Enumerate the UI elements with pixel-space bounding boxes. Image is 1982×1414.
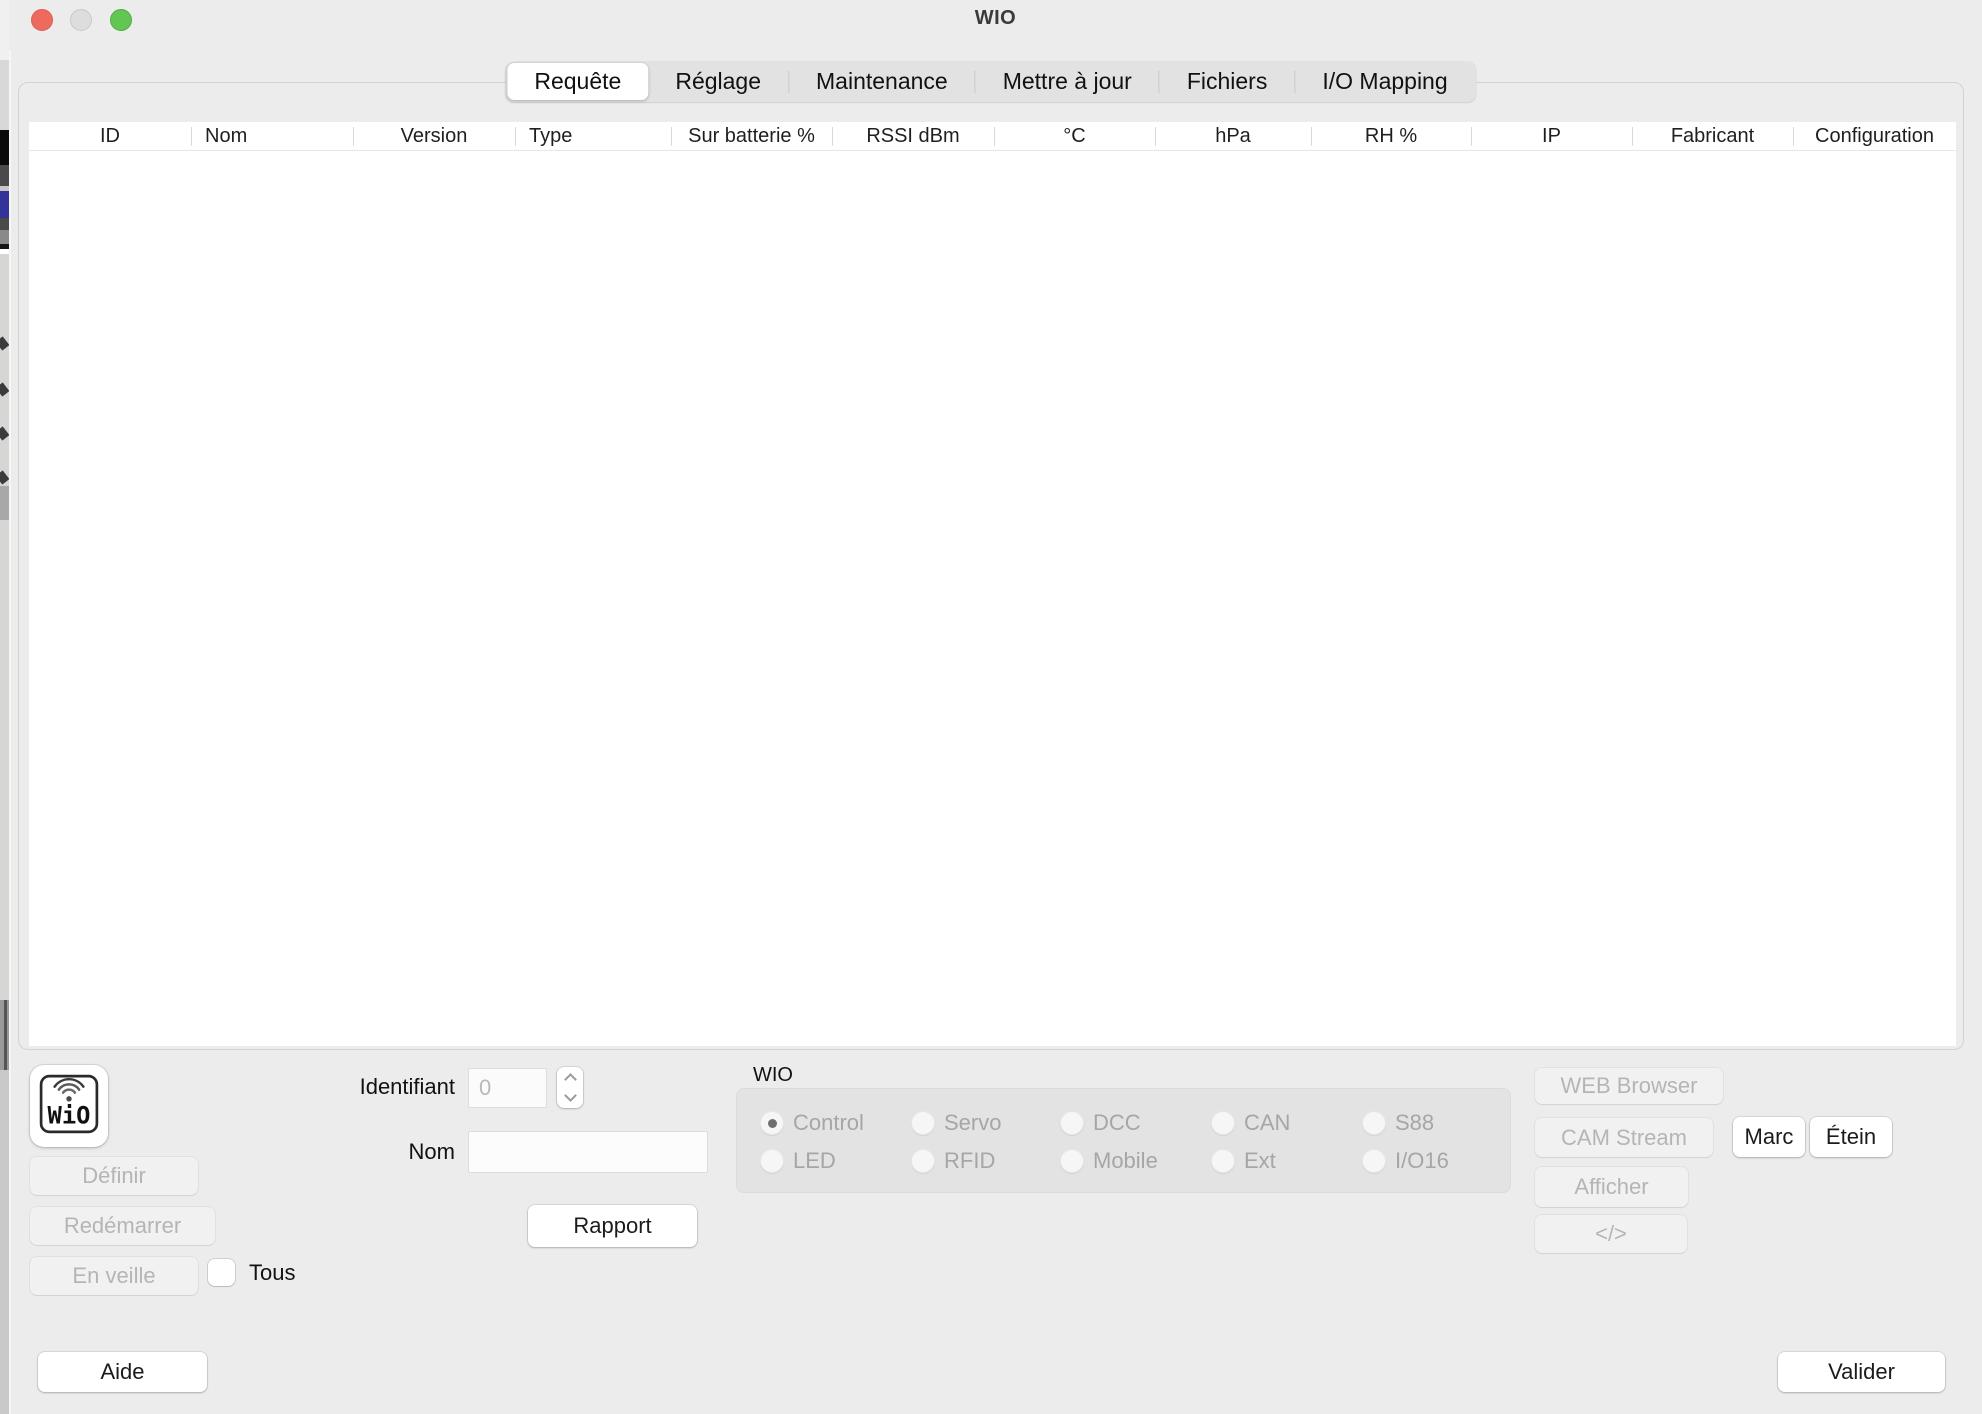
window-title: WIO — [9, 7, 1982, 30]
radio-s88[interactable]: S88 — [1362, 1111, 1434, 1135]
chevron-up-icon — [564, 1073, 577, 1086]
cam-stream-button[interactable]: CAM Stream — [1535, 1118, 1713, 1157]
radio-icon — [1362, 1111, 1386, 1135]
column-header-version[interactable]: Version — [353, 122, 515, 150]
column-header-type[interactable]: Type — [515, 122, 671, 150]
wio-group-label: WIO — [753, 1064, 793, 1087]
column-header-rh[interactable]: RH % — [1311, 122, 1471, 150]
wio-logo-button[interactable]: WiO — [30, 1065, 108, 1147]
chevron-down-icon — [564, 1089, 577, 1102]
tab-bar: Requête Réglage Maintenance Mettre à jou… — [505, 61, 1476, 102]
tab-fichiers[interactable]: Fichiers — [1160, 63, 1295, 100]
wio-app-window: { "window": { "title": "WIO" }, "tabs": … — [0, 0, 1982, 1414]
radio-icon-selected — [760, 1111, 784, 1135]
radio-icon — [1060, 1111, 1084, 1135]
column-header-configuration[interactable]: Configuration — [1793, 122, 1956, 150]
en-veille-button[interactable]: En veille — [30, 1257, 198, 1295]
radio-icon — [760, 1149, 784, 1173]
radio-mobile[interactable]: Mobile — [1060, 1149, 1158, 1173]
tous-label: Tous — [249, 1260, 295, 1286]
radio-icon — [1362, 1149, 1386, 1173]
column-header-id[interactable]: ID — [29, 122, 191, 150]
column-header-temperature[interactable]: °C — [994, 122, 1155, 150]
radio-rfid[interactable]: RFID — [911, 1149, 995, 1173]
afficher-button[interactable]: Afficher — [1535, 1167, 1688, 1207]
column-header-hpa[interactable]: hPa — [1155, 122, 1311, 150]
nom-label: Nom — [300, 1139, 455, 1165]
radio-led[interactable]: LED — [760, 1149, 836, 1173]
radio-icon — [911, 1149, 935, 1173]
tous-checkbox[interactable] — [208, 1259, 235, 1286]
radio-icon — [1060, 1149, 1084, 1173]
identifiant-stepper[interactable] — [557, 1067, 583, 1108]
column-header-fabricant[interactable]: Fabricant — [1632, 122, 1793, 150]
radio-can[interactable]: CAN — [1211, 1111, 1290, 1135]
table-header-row: ID Nom Version Type Sur batterie % RSSI … — [29, 122, 1956, 151]
column-header-ip[interactable]: IP — [1471, 122, 1632, 150]
stepper-down-button[interactable] — [557, 1088, 583, 1109]
table-body-empty[interactable] — [29, 151, 1956, 1046]
wio-group-box: Control Servo DCC CAN S88 LED RFID Mobil… — [736, 1088, 1511, 1193]
valider-button[interactable]: Valider — [1778, 1352, 1945, 1392]
title-bar: WIO — [9, 0, 1982, 50]
tab-reglage[interactable]: Réglage — [648, 63, 788, 100]
aide-button[interactable]: Aide — [38, 1352, 207, 1392]
nom-input[interactable] — [468, 1131, 708, 1173]
radio-icon — [1211, 1149, 1235, 1173]
identifiant-input[interactable] — [468, 1068, 547, 1108]
identifiant-label: Identifiant — [300, 1074, 455, 1100]
tab-requete[interactable]: Requête — [507, 63, 648, 100]
stepper-up-button[interactable] — [557, 1067, 583, 1088]
tab-io-mapping[interactable]: I/O Mapping — [1295, 63, 1474, 100]
radio-dcc[interactable]: DCC — [1060, 1111, 1141, 1135]
column-header-nom[interactable]: Nom — [191, 122, 353, 150]
background-window-sliver — [0, 0, 9, 1414]
web-browser-button[interactable]: WEB Browser — [1535, 1068, 1723, 1104]
window-left-edge — [9, 0, 11, 1414]
etein-button[interactable]: Étein — [1810, 1117, 1892, 1157]
radio-icon — [911, 1111, 935, 1135]
rapport-button[interactable]: Rapport — [528, 1205, 697, 1247]
tab-mettre-a-jour[interactable]: Mettre à jour — [976, 63, 1159, 100]
radio-io16[interactable]: I/O16 — [1362, 1149, 1449, 1173]
radio-ext[interactable]: Ext — [1211, 1149, 1276, 1173]
marc-button[interactable]: Marc — [1733, 1117, 1805, 1157]
tab-maintenance[interactable]: Maintenance — [789, 63, 975, 100]
wio-wifi-logo-icon: WiO — [38, 1073, 100, 1140]
svg-text:WiO: WiO — [48, 1101, 91, 1129]
column-header-batterie[interactable]: Sur batterie % — [671, 122, 832, 150]
radio-icon — [1211, 1111, 1235, 1135]
column-header-rssi[interactable]: RSSI dBm — [832, 122, 994, 150]
redemarrer-button[interactable]: Redémarrer — [30, 1207, 215, 1245]
radio-servo[interactable]: Servo — [911, 1111, 1001, 1135]
radio-control[interactable]: Control — [760, 1111, 864, 1135]
device-table: ID Nom Version Type Sur batterie % RSSI … — [29, 122, 1956, 1046]
definir-button[interactable]: Définir — [30, 1157, 198, 1195]
code-view-button[interactable]: </> — [1535, 1215, 1687, 1253]
